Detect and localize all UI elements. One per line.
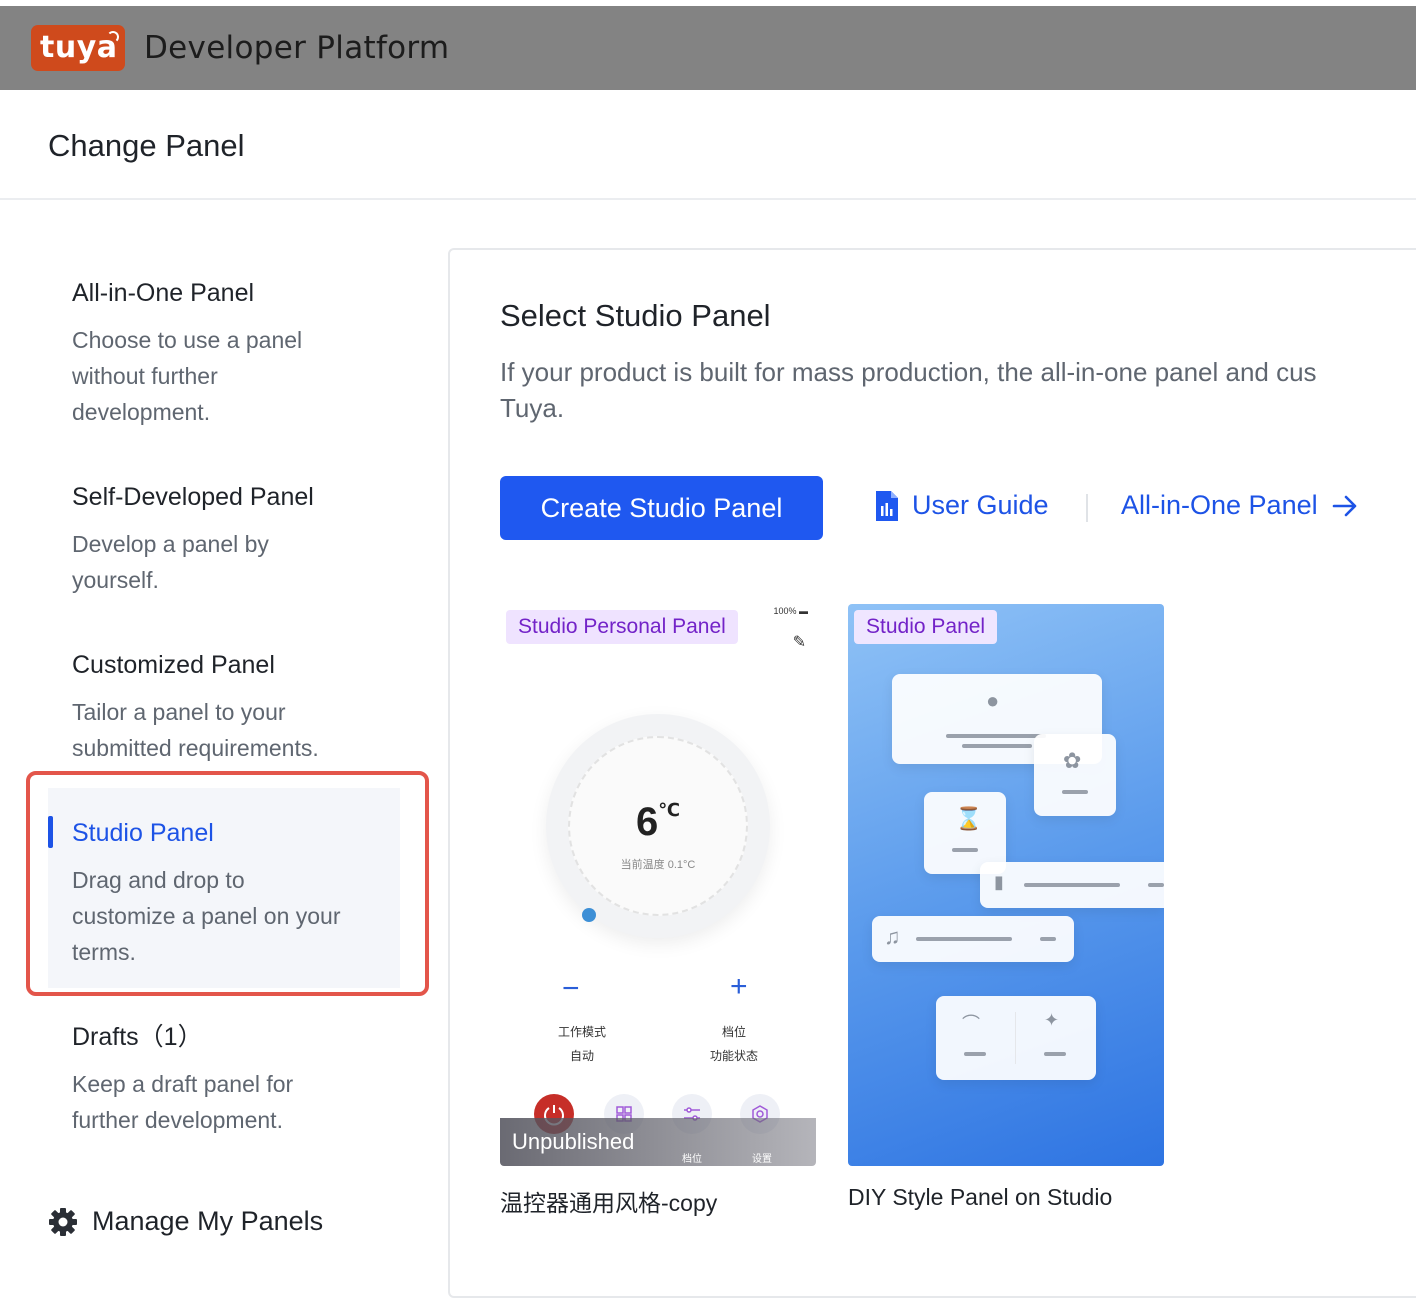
desc-line: Develop a panel by (72, 531, 269, 557)
widget-card-music: ♫ (872, 916, 1074, 962)
sidebar-item-self-developed[interactable]: Self-Developed Panel Develop a panel by … (48, 482, 400, 598)
sidebar-item-title: All-in-One Panel (72, 279, 255, 307)
document-icon (876, 490, 898, 521)
desc-line: Keep a draft panel for (72, 1071, 294, 1097)
gear-level-control: 档位 功能状态 (694, 1020, 774, 1068)
sidebar-item-drafts[interactable]: Drafts（1） Keep a draft panel for further… (48, 1022, 400, 1138)
sidebar-item-title: Drafts（1） (72, 1023, 203, 1051)
widget-card-fan: ✿ (1034, 734, 1116, 816)
create-studio-panel-button[interactable]: Create Studio Panel (500, 476, 823, 540)
widget-bar (964, 1052, 986, 1056)
desc-line: Tailor a panel to your (72, 699, 286, 725)
work-mode-control: 工作模式 自动 (542, 1020, 622, 1068)
panel-card-name[interactable]: 温控器通用风格-copy (500, 1184, 717, 1218)
all-in-one-link-label: All-in-One Panel (1121, 490, 1318, 520)
manage-label: Manage My Panels (92, 1206, 324, 1236)
desc-line: Choose to use a panel (72, 327, 303, 353)
widget-card-battery: ▮ (980, 862, 1164, 908)
section-description: If your product is built for mass produc… (500, 354, 1416, 426)
battery-status: 100% ▬ (773, 606, 808, 616)
temperature-number: 6 (635, 800, 659, 844)
control-value: 功能状态 (709, 1049, 758, 1063)
sidebar-item-desc: Develop a panel by yourself. (72, 526, 400, 598)
widget-bar (1044, 1052, 1066, 1056)
current-temperature: 当前温度 0.1°C (620, 859, 696, 871)
all-in-one-panel-link[interactable]: All-in-One Panel (1121, 490, 1358, 521)
link-divider (1086, 494, 1088, 522)
arrow-right-icon (1332, 495, 1356, 516)
main-card: Select Studio Panel If your product is b… (448, 248, 1416, 1298)
battery-text: 100% (773, 606, 797, 616)
logo-text: tuya (40, 30, 118, 65)
widget-bar (946, 734, 1046, 738)
light-bulb-icon: ● (986, 688, 1000, 713)
widget-bar (1040, 937, 1056, 941)
control-value: 自动 (569, 1049, 594, 1063)
widget-bar (962, 744, 1032, 748)
bottom-label: 档位 (682, 1154, 702, 1165)
desc-line: further development. (72, 1107, 283, 1133)
description-line: If your product is built for mass produc… (500, 357, 1317, 387)
increase-icon: + (730, 970, 748, 1003)
fan-icon: ✿ (1063, 748, 1082, 773)
widget-divider (1015, 1012, 1016, 1064)
page-header: Change Panel (0, 90, 1416, 200)
sidebar-item-customized[interactable]: Customized Panel Tailor a panel to your … (48, 650, 400, 766)
dial-handle (582, 908, 596, 922)
temperature-value: 6℃ (546, 800, 770, 845)
sidebar-item-desc: Choose to use a panel without further de… (72, 322, 400, 430)
battery-icon: ▮ (994, 872, 1004, 892)
hourglass-icon: ⌛ (955, 806, 983, 831)
sidebar: All-in-One Panel Choose to use a panel w… (0, 200, 440, 1316)
panel-card-diy-studio[interactable]: Studio Panel ● ✿ ⌛ ▮ ♫ ⌒ ✦ (848, 604, 1164, 1166)
manage-my-panels[interactable]: Manage My Panels (48, 1206, 323, 1237)
temperature-unit: ℃ (658, 800, 681, 820)
user-guide-label: User Guide (912, 490, 1049, 520)
sidebar-item-all-in-one[interactable]: All-in-One Panel Choose to use a panel w… (48, 278, 400, 430)
platform-title: Developer Platform (144, 30, 450, 66)
user-guide-link[interactable]: User Guide (874, 490, 1049, 521)
widget-bar (952, 848, 978, 852)
status-badge: Unpublished 档位 设置 (500, 1118, 816, 1166)
desc-line: submitted requirements. (72, 735, 319, 761)
edit-icon: ✎ (792, 634, 806, 651)
tuya-logo[interactable]: tuya (31, 25, 125, 71)
sidebar-item-title: Customized Panel (72, 651, 275, 679)
status-text: Unpublished (512, 1129, 635, 1154)
control-label: 工作模式 (557, 1025, 606, 1039)
widget-card-switches: ⌒ ✦ (936, 996, 1096, 1080)
temperature-dial: 6℃ 当前温度 0.1°C (546, 714, 770, 938)
page-title: Change Panel (48, 128, 245, 163)
decrease-icon: − (562, 972, 580, 1005)
widget-bar (1148, 883, 1164, 887)
ceiling-light-icon: ⌒ (962, 1014, 980, 1034)
widget-bar (916, 937, 1012, 941)
fan-blade-icon: ✦ (1044, 1010, 1060, 1030)
music-note-icon: ♫ (884, 924, 901, 949)
control-label: 档位 (721, 1025, 746, 1039)
section-title: Select Studio Panel (500, 298, 771, 333)
top-bar: tuya Developer Platform (0, 6, 1416, 90)
gear-icon (49, 1207, 77, 1236)
panel-card-name[interactable]: DIY Style Panel on Studio (848, 1184, 1112, 1211)
panel-type-badge: Studio Panel (854, 610, 998, 644)
bottom-label: 设置 (752, 1154, 772, 1165)
sidebar-item-desc: Keep a draft panel for further developme… (72, 1066, 400, 1138)
desc-line: development. (72, 399, 211, 425)
widget-bar (1024, 883, 1120, 887)
sidebar-item-desc: Tailor a panel to your submitted require… (72, 694, 400, 766)
wifi-icon (107, 31, 119, 43)
desc-line: without further (72, 363, 218, 389)
panel-card-thermostat[interactable]: 100% ▬ ✎ Studio Personal Panel 6℃ 当前温度 0… (500, 604, 816, 1166)
widget-bar (1062, 790, 1088, 794)
highlight-annotation (26, 771, 429, 996)
panel-type-badge: Studio Personal Panel (506, 610, 738, 644)
sidebar-item-title: Self-Developed Panel (72, 483, 314, 511)
desc-line: yourself. (72, 567, 159, 593)
description-line: Tuya. (500, 393, 565, 423)
